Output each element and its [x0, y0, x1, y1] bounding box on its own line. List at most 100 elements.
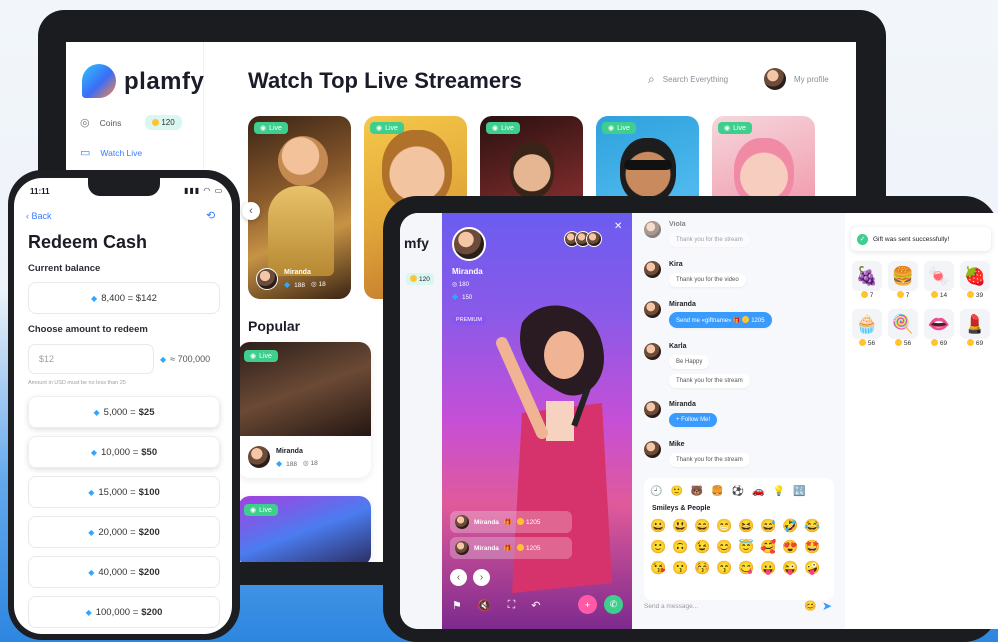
emoji-item[interactable]: 😍: [782, 539, 804, 555]
tablet-screen: mfy 120 Miranda ◎ 180 ◆ 150 PREMIUM ✕ Mir…: [400, 213, 998, 629]
streamer-name: Miranda: [284, 269, 311, 276]
add-user-button[interactable]: +: [578, 595, 597, 614]
gift-price: 69: [966, 339, 983, 347]
emoji-item[interactable]: 😃: [672, 518, 694, 534]
redeem-option[interactable]: ◆ 40,000 = $200: [28, 556, 220, 588]
streamer-card[interactable]: ◉ Live Miranda ◆ 188 ◎ 18: [248, 116, 351, 299]
emoji-item[interactable]: 😂: [804, 518, 826, 534]
diamond-icon: ◆: [88, 527, 95, 537]
plamfy-logo-icon: [82, 64, 116, 98]
carousel-prev-button[interactable]: ‹: [242, 202, 260, 220]
emoji-item[interactable]: 😘: [650, 560, 672, 576]
travel-icon[interactable]: 🚗: [752, 486, 764, 497]
redeem-option[interactable]: ◆ 5,000 = $25: [28, 396, 220, 428]
emoji-item[interactable]: 😁: [716, 518, 738, 534]
gift-item[interactable]: 🍭 56: [888, 309, 918, 347]
avatar: [455, 541, 469, 555]
emoji-item[interactable]: 😗: [672, 560, 694, 576]
follow-button[interactable]: + Follow Me!: [669, 413, 718, 427]
redeem-option[interactable]: ◆ 100,000 = $200: [28, 596, 220, 628]
popular-card[interactable]: ◉ Live: [238, 496, 371, 562]
avatar: [644, 343, 661, 360]
emoji-item[interactable]: 😀: [650, 518, 672, 534]
live-badge: ◉ Live: [244, 350, 278, 362]
fullscreen-icon[interactable]: ⛶: [508, 599, 516, 612]
wifi-icon: ◉: [250, 507, 257, 514]
gift-item[interactable]: 🍇 7: [852, 261, 882, 299]
gift-item[interactable]: 🍬 14: [924, 261, 954, 299]
stream-nav[interactable]: ‹ ›: [450, 569, 490, 586]
balance-label: Current balance: [28, 263, 101, 274]
sidebar-item-coins[interactable]: ◎ Coins 120: [80, 115, 182, 130]
redeem-option[interactable]: ◆ 15,000 = $100: [28, 476, 220, 508]
viewer-avatars[interactable]: [564, 231, 602, 247]
page-title: Watch Top Live Streamers: [248, 68, 522, 93]
recent-icon[interactable]: 🕘: [650, 486, 662, 497]
phone-notch: [88, 178, 160, 196]
emoji-item[interactable]: 🙂: [650, 539, 672, 555]
chevron-right-icon[interactable]: ›: [473, 569, 490, 586]
emoji-item[interactable]: 😋: [738, 560, 760, 576]
sidebar-item-watch-live[interactable]: ▭ Watch Live: [80, 146, 142, 159]
search-bar[interactable]: ⌕ Search Everything: [648, 72, 728, 87]
avatar: [644, 401, 661, 418]
emoji-item[interactable]: 😜: [782, 560, 804, 576]
gift-item[interactable]: 💄 69: [960, 309, 990, 347]
redeem-option[interactable]: ◆ 20,000 = $200: [28, 516, 220, 548]
video-icon: ▭: [80, 147, 91, 159]
wifi-icon: ◉: [250, 353, 257, 360]
symbol-icon[interactable]: 🔣: [793, 486, 805, 497]
gift-item[interactable]: 🍓 39: [960, 261, 990, 299]
close-icon[interactable]: ✕: [614, 221, 622, 232]
emoji-item[interactable]: 😄: [694, 518, 716, 534]
avatar: [644, 301, 661, 318]
share-icon[interactable]: ↶: [531, 599, 540, 612]
chevron-left-icon[interactable]: ‹: [450, 569, 467, 586]
mute-icon[interactable]: 🔇: [478, 599, 492, 612]
emoji-icon[interactable]: 😊: [804, 601, 816, 612]
flag-icon[interactable]: ⚑: [452, 599, 462, 612]
profile-link[interactable]: My profile: [764, 68, 829, 90]
animal-icon[interactable]: 🐻: [691, 486, 703, 497]
emoji-item[interactable]: 🥰: [760, 539, 782, 555]
gift-item[interactable]: 🧁 56: [852, 309, 882, 347]
history-icon[interactable]: ⟲: [206, 209, 215, 222]
emoji-item[interactable]: 😆: [738, 518, 760, 534]
back-button[interactable]: ‹ Back: [26, 211, 52, 221]
live-stream-view[interactable]: Miranda ◎ 180 ◆ 150 PREMIUM ✕ Miranda 🎁 120…: [442, 213, 632, 629]
send-icon[interactable]: ➤: [822, 599, 832, 613]
redeem-option[interactable]: ◆ 10,000 = $50: [28, 436, 220, 468]
wifi-icon: ◉: [724, 125, 731, 132]
avatar: [586, 231, 602, 247]
emoji-category-tabs[interactable]: 🕘 🙂 🐻 🍔 ⚽ 🚗 💡 🔣: [650, 486, 806, 497]
smiley-icon[interactable]: 🙂: [670, 486, 682, 497]
emoji-item[interactable]: 🤪: [804, 560, 826, 576]
popular-card[interactable]: ◉ Live Miranda ◆ 188 ◎ 18: [238, 342, 371, 478]
wifi-icon: ◉: [608, 125, 615, 132]
emoji-item[interactable]: 😉: [694, 539, 716, 555]
streamer-stat-coins: ◎ 180: [452, 282, 469, 288]
emoji-item[interactable]: 😇: [738, 539, 760, 555]
sport-icon[interactable]: ⚽: [732, 486, 744, 497]
emoji-item[interactable]: 🤣: [782, 518, 804, 534]
amount-input[interactable]: $12: [28, 344, 154, 374]
emoji-item[interactable]: 🤩: [804, 539, 826, 555]
streamer-face: [620, 138, 676, 204]
emoji-item[interactable]: 😊: [716, 539, 738, 555]
emoji-item[interactable]: 😛: [760, 560, 782, 576]
amount-hint: Amount in USD must be no less than 25: [28, 380, 126, 386]
search-input[interactable]: Search Everything: [663, 75, 728, 84]
message-input[interactable]: Send a message...: [644, 603, 698, 610]
emoji-item[interactable]: 🙃: [672, 539, 694, 555]
gift-item[interactable]: 🍔 7: [888, 261, 918, 299]
object-icon[interactable]: 💡: [773, 486, 785, 497]
call-button[interactable]: ✆: [604, 595, 623, 614]
gift-price: 56: [858, 339, 875, 347]
gift-panel: ✓ Gift was sent successfully! 🍇 7 🍔 7 🍬 14 🍓 39…: [845, 213, 998, 629]
emoji-item[interactable]: 😚: [694, 560, 716, 576]
emoji-item[interactable]: 😅: [760, 518, 782, 534]
food-icon[interactable]: 🍔: [711, 486, 723, 497]
gift-item[interactable]: 👄 69: [924, 309, 954, 347]
stream-gift-message: Miranda 🎁 1205: [450, 537, 572, 559]
emoji-item[interactable]: 😙: [716, 560, 738, 576]
